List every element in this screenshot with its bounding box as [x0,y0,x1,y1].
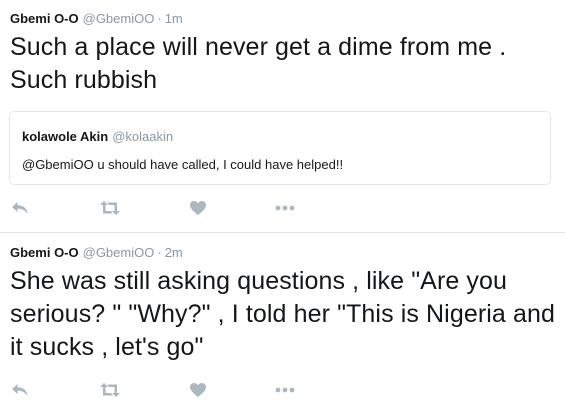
more-icon [275,387,295,393]
quoted-author-name: kolawole Akin [22,129,109,144]
tweet-header: Gbemi O-O @GbemiOO · 2m [10,245,183,261]
reply-button[interactable] [11,196,29,220]
reply-icon [12,202,28,214]
quoted-tweet-header: kolawole Akin @kolaakin [22,129,173,144]
reply-button[interactable] [11,378,29,402]
more-button[interactable] [275,378,295,402]
tweet-header: Gbemi O-O @GbemiOO · 1m [10,11,183,27]
like-button[interactable] [189,378,207,402]
quoted-tweet[interactable]: kolawole Akin @kolaakin @GbemiOO u should… [9,111,551,185]
tweet-divider [0,232,565,233]
more-icon [275,205,295,211]
separator-dot: · [157,11,162,26]
retweet-icon [100,383,120,397]
tweet-actions [0,196,565,220]
tweet-text: She was still asking questions , like "A… [10,267,555,361]
author-handle[interactable]: @GbemiOO [83,11,155,26]
reply-icon [12,384,28,396]
tweet-text: Such a place will never get a dime from … [10,33,507,94]
tweet: Gbemi O-O @GbemiOO · 1m Such a place will n… [0,0,565,232]
more-button[interactable] [275,196,295,220]
like-icon [190,383,206,397]
like-button[interactable] [189,196,207,220]
author-name[interactable]: Gbemi O-O [10,245,79,260]
separator-dot: · [157,245,162,260]
timestamp[interactable]: 2m [165,245,183,260]
author-name[interactable]: Gbemi O-O [10,11,79,26]
timestamp[interactable]: 1m [165,11,183,26]
quoted-author-handle: @kolaakin [112,129,174,144]
author-handle[interactable]: @GbemiOO [83,245,155,260]
tweet-actions [0,378,565,402]
quoted-tweet-text: @GbemiOO u should have called, I could h… [22,157,344,172]
retweet-icon [100,201,120,215]
retweet-button[interactable] [99,378,121,402]
retweet-button[interactable] [99,196,121,220]
tweet: Gbemi O-O @GbemiOO · 2m She was still askin… [0,234,565,405]
like-icon [190,201,206,215]
